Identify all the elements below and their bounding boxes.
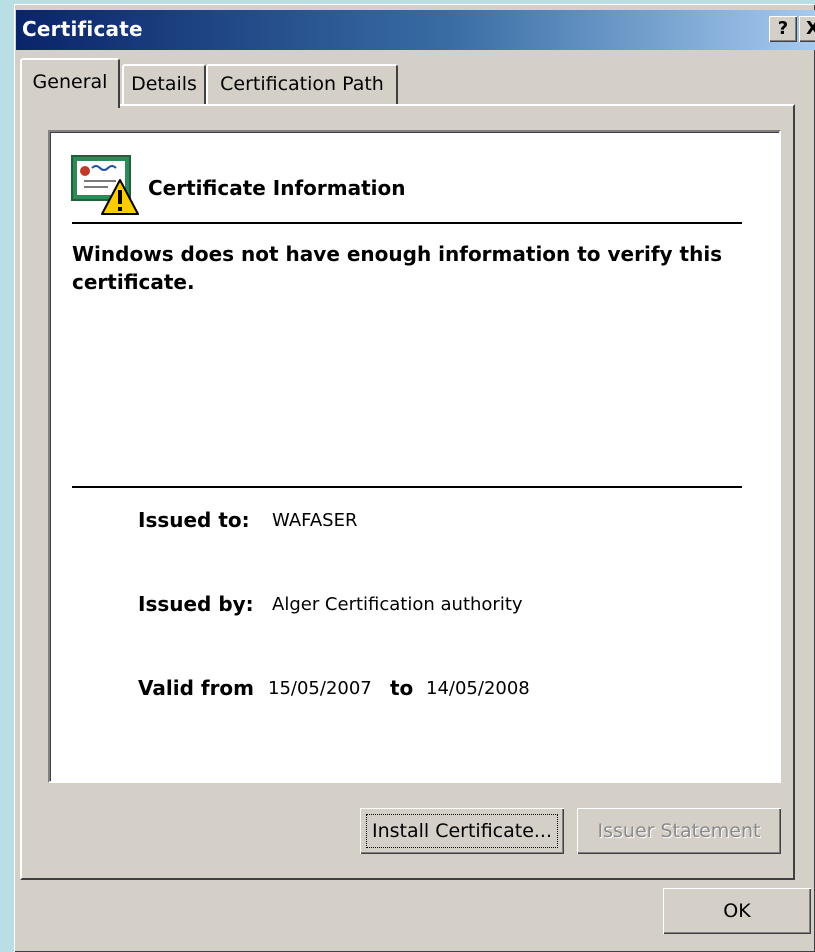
info-heading: Certificate Information: [148, 176, 406, 200]
warning-message: Windows does not have enough information…: [72, 242, 723, 294]
issued-to-value: WAFASER: [272, 510, 358, 531]
title-bar[interactable]: Certificate ? X: [16, 10, 815, 50]
install-certificate-button[interactable]: Install Certificate...: [360, 808, 564, 854]
window-title: Certificate: [22, 17, 143, 41]
valid-to-label: to: [390, 676, 414, 700]
help-button[interactable]: ?: [769, 16, 797, 42]
valid-from-value: 15/05/2007: [268, 678, 372, 699]
tab-general[interactable]: General: [20, 58, 120, 108]
close-button[interactable]: X: [799, 16, 815, 42]
issued-to-label: Issued to:: [138, 508, 250, 532]
issued-by-value: Alger Certification authority: [272, 594, 523, 615]
valid-from-label: Valid from: [138, 676, 255, 700]
certificate-info-panel: Certificate Information Windows does not…: [48, 130, 781, 783]
valid-to-value: 14/05/2008: [426, 678, 530, 699]
tab-details[interactable]: Details: [122, 64, 206, 104]
issuer-statement-button[interactable]: Issuer Statement: [577, 808, 781, 854]
tab-certification-path[interactable]: Certification Path: [206, 64, 398, 104]
heading-divider: [72, 222, 742, 224]
details-divider: [72, 486, 742, 488]
issued-by-label: Issued by:: [138, 592, 254, 616]
ok-button[interactable]: OK: [663, 888, 811, 934]
certificate-warning-icon: [71, 155, 139, 215]
install-certificate-label: Install Certificate...: [371, 820, 553, 842]
